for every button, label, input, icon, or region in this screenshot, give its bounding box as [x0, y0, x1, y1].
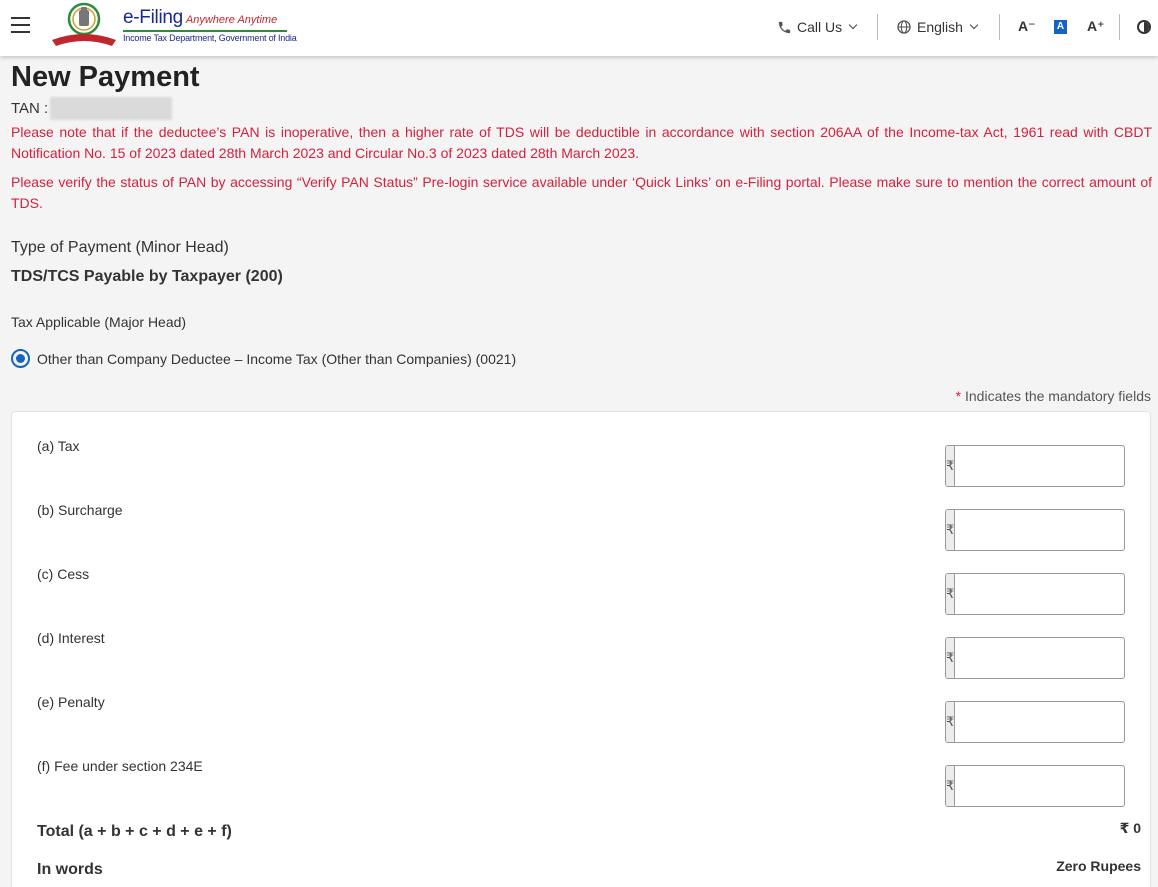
cess-label: (c) Cess	[37, 566, 90, 582]
rupee-icon: ₹	[946, 574, 956, 614]
total-label: Total (a + b + c + d + e + f)	[37, 823, 232, 840]
contrast-toggle-icon[interactable]	[1137, 20, 1151, 34]
brand-block[interactable]: e-Filing Anywhere Anytime Income Tax Depa…	[123, 7, 297, 43]
surcharge-amount-field[interactable]: ₹	[945, 509, 1125, 551]
brand-subtitle: Income Tax Department, Government of Ind…	[123, 33, 297, 43]
header-divider	[1119, 14, 1120, 40]
income-tax-department-logo[interactable]	[50, 2, 118, 48]
brand-tagline: Anywhere Anytime	[185, 14, 278, 26]
verify-pan-notice: Please verify the status of PAN by acces…	[11, 174, 1152, 211]
in-words-value: Zero Rupees	[1056, 858, 1141, 874]
interest-amount-field[interactable]: ₹	[945, 637, 1125, 679]
globe-icon	[897, 20, 911, 34]
cess-input[interactable]	[955, 574, 1124, 614]
tax-label: (a) Tax	[37, 438, 80, 454]
tan-label: TAN :	[11, 100, 49, 117]
reset-font-button[interactable]: A	[1054, 20, 1067, 34]
hamburger-menu-icon[interactable]	[11, 17, 31, 33]
surcharge-input[interactable]	[955, 510, 1124, 550]
language-dropdown[interactable]: English	[896, 19, 979, 35]
call-us-label: Call Us	[797, 19, 843, 35]
rupee-icon: ₹	[946, 446, 956, 486]
rupee-icon: ₹	[946, 638, 956, 678]
cess-amount-field[interactable]: ₹	[945, 573, 1125, 615]
header-divider	[877, 14, 878, 40]
call-us-dropdown[interactable]: Call Us	[777, 19, 858, 35]
total-value: ₹ 0	[1119, 820, 1141, 836]
in-words-label: In words	[37, 861, 103, 878]
tan-value-redacted	[50, 97, 172, 120]
rupee-icon: ₹	[946, 702, 956, 742]
top-header: e-Filing Anywhere Anytime Income Tax Depa…	[0, 0, 1158, 56]
tax-amount-field[interactable]: ₹	[945, 445, 1125, 487]
language-label: English	[917, 19, 963, 35]
pan-inoperative-notice: Please note that if the deductee’s PAN i…	[11, 124, 1152, 161]
interest-label: (d) Interest	[37, 630, 105, 646]
fee-234e-input[interactable]	[955, 766, 1124, 806]
chevron-down-icon	[969, 20, 979, 30]
payment-type-label: Type of Payment (Minor Head)	[11, 239, 229, 256]
surcharge-label: (b) Surcharge	[37, 502, 123, 518]
payment-type-value: TDS/TCS Payable by Taxpayer (200)	[11, 268, 283, 285]
major-head-label: Tax Applicable (Major Head)	[11, 314, 187, 330]
header-divider	[999, 14, 1000, 40]
mandatory-fields-note: * Indicates the mandatory fields	[955, 388, 1151, 404]
fee-234e-amount-field[interactable]: ₹	[945, 765, 1125, 807]
penalty-amount-field[interactable]: ₹	[945, 701, 1125, 743]
page-title: New Payment	[11, 61, 200, 93]
fee-234e-label: (f) Fee under section 234E	[37, 758, 203, 774]
tax-input[interactable]	[955, 446, 1124, 486]
major-head-option-label: Other than Company Deductee – Income Tax…	[37, 350, 517, 367]
rupee-icon: ₹	[946, 510, 956, 550]
phone-icon	[778, 21, 791, 33]
penalty-input[interactable]	[955, 702, 1124, 742]
brand-title: e-Filing	[123, 7, 183, 28]
payment-breakup-card: (a) Tax ₹ (b) Surcharge ₹ (c) Cess ₹ (d)…	[11, 411, 1151, 887]
increase-font-button[interactable]: A⁺	[1087, 18, 1105, 35]
rupee-icon: ₹	[946, 766, 956, 806]
penalty-label: (e) Penalty	[37, 694, 105, 710]
interest-input[interactable]	[955, 638, 1124, 678]
radio-button-selected[interactable]	[11, 349, 30, 368]
brand-underline	[123, 30, 287, 32]
decrease-font-button[interactable]: A⁻	[1018, 18, 1036, 35]
chevron-down-icon	[848, 20, 858, 30]
major-head-radio-option[interactable]: Other than Company Deductee – Income Tax…	[11, 349, 516, 368]
